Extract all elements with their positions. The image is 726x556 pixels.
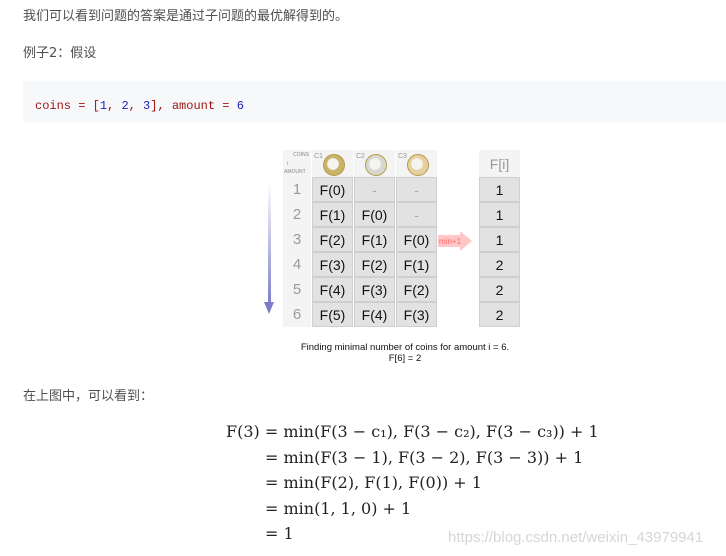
result-cell: 1 [479, 202, 520, 227]
table-cell: - [396, 202, 437, 227]
watermark: https://blog.csdn.net/weixin_43979941 [448, 529, 704, 546]
result-header: F[i] [479, 150, 520, 177]
table-cell: F(3) [312, 252, 353, 277]
code-token: 6 [236, 99, 244, 113]
coin-icon [407, 154, 429, 176]
code-token: , [107, 99, 122, 113]
table-cell: F(3) [354, 277, 395, 302]
code-line: coins = [1, 2, 3], amount = 6 [35, 94, 244, 113]
table-cell: F(0) [354, 202, 395, 227]
table-cell: F(2) [396, 277, 437, 302]
coin-label: C3 [398, 153, 407, 160]
code-token: coins [35, 99, 72, 113]
caption-line-2: F[6] = 2 [388, 353, 422, 364]
table-cell: - [396, 177, 437, 202]
table-cell: F(3) [396, 302, 437, 327]
equation-line-3: = min(F(2), F(1), F(0)) + 1 [265, 473, 482, 492]
code-token: 1 [99, 99, 108, 113]
intro-paragraph: 我们可以看到问题的答案是通过子问题的最优解得到的。 [23, 9, 349, 24]
amount-label: 2 [283, 202, 311, 227]
table-cell: F(4) [312, 277, 353, 302]
code-token: [ [92, 99, 100, 113]
table-cell: F(1) [312, 202, 353, 227]
min-plus-one-arrow: min+1 [438, 231, 472, 251]
table-cell: F(0) [396, 227, 437, 252]
down-arrow-shaft [268, 182, 271, 306]
amount-label: 4 [283, 252, 311, 277]
table-cell: F(4) [354, 302, 395, 327]
table-cell: F(5) [312, 302, 353, 327]
amount-label: 3 [283, 227, 311, 252]
amount-label: 1 [283, 177, 311, 202]
result-cell: 1 [479, 177, 520, 202]
coin-header: C1 [312, 150, 353, 177]
coin-icon [323, 154, 345, 176]
corner-amount-label: AMOUNT [284, 169, 306, 175]
code-token: ], [150, 99, 172, 113]
code-token: = [71, 99, 93, 113]
table-cell: F(1) [396, 252, 437, 277]
code-token: amount [171, 99, 216, 113]
result-cell: 2 [479, 302, 520, 327]
result-cell: 2 [479, 277, 520, 302]
after-figure-paragraph: 在上图中，可以看到： [23, 389, 154, 404]
coin-icon [365, 154, 387, 176]
code-token: , [128, 99, 144, 113]
corner-header: COINS i AMOUNT [283, 150, 311, 177]
code-token: = [215, 99, 237, 113]
coin-header: C2 [354, 150, 395, 177]
table-cell: F(1) [354, 227, 395, 252]
result-cell: 1 [479, 227, 520, 252]
equation-line-5: = 1 [265, 524, 294, 543]
example-label: 例子2：假设 [23, 46, 97, 61]
amount-label: 5 [283, 277, 311, 302]
table-cell: F(0) [312, 177, 353, 202]
down-arrow-icon [264, 302, 274, 314]
amount-label: 6 [283, 302, 311, 327]
equation-line-1: F(3) = min(F(3 − c₁), F(3 − c₂), F(3 − c… [226, 422, 599, 441]
figure-caption: Finding minimal number of coins for amou… [255, 342, 555, 364]
code-token: 2 [121, 99, 129, 113]
code-block: coins = [1, 2, 3], amount = 6 [23, 81, 726, 123]
arrow-label: min+1 [439, 237, 462, 246]
equation-line-4: = min(1, 1, 0) + 1 [265, 499, 412, 518]
table-cell: F(2) [354, 252, 395, 277]
table-cell: - [354, 177, 395, 202]
corner-i-label: i [287, 161, 289, 167]
coin-label: C1 [314, 153, 323, 160]
table-cell: F(2) [312, 227, 353, 252]
result-cell: 2 [479, 252, 520, 277]
coin-label: C2 [356, 153, 365, 160]
caption-line-1: Finding minimal number of coins for amou… [300, 342, 510, 353]
equation-line-2: = min(F(3 − 1), F(3 − 2), F(3 − 3)) + 1 [265, 448, 584, 467]
coin-header: C3 [396, 150, 437, 177]
corner-coins-label: COINS [293, 152, 309, 158]
